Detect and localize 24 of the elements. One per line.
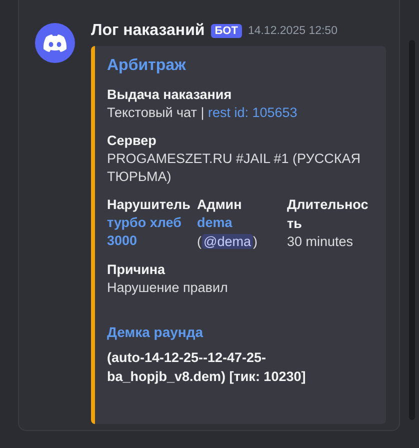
parenthesis: ): [252, 234, 258, 249]
demo-title[interactable]: Демка раунда: [107, 324, 370, 340]
demo-value: (auto-14-12-25--12-47-25-ba_hopjb_v8.dem) [тик: 10230]: [107, 349, 307, 386]
field-name: Причина: [107, 261, 166, 279]
id-link[interactable]: rest id: 105653: [208, 105, 298, 120]
user-link[interactable]: турбо хлеб 3000: [107, 214, 197, 250]
parenthesis: (: [197, 234, 202, 249]
field-name: Длительность: [287, 196, 370, 233]
field-value: Нарушение правил: [107, 279, 229, 297]
timestamp: 14.12.2025 12:50: [248, 25, 338, 37]
user-link[interactable]: dema: [197, 214, 287, 232]
field-value: PROGAMESZET.RU #JAIL #1 (РУССКАЯ ТЮРЬМА): [107, 150, 362, 186]
avatar-icon: [35, 23, 75, 63]
user-mention[interactable]: @dema: [202, 234, 253, 249]
separator: |: [200, 105, 204, 120]
field-name: Сервер: [107, 132, 158, 150]
embed-title[interactable]: Арбитраж: [107, 57, 370, 75]
bot-badge: БОТ: [210, 24, 242, 38]
field-name: Нарушитель: [107, 196, 192, 214]
field-name: Выдача наказания: [107, 86, 233, 104]
field-value: Текстовый чат: [107, 105, 197, 120]
field-name: Админ: [197, 196, 243, 214]
field-value: 30 minutes: [287, 233, 354, 251]
author-name[interactable]: Лог наказаний: [91, 22, 205, 40]
